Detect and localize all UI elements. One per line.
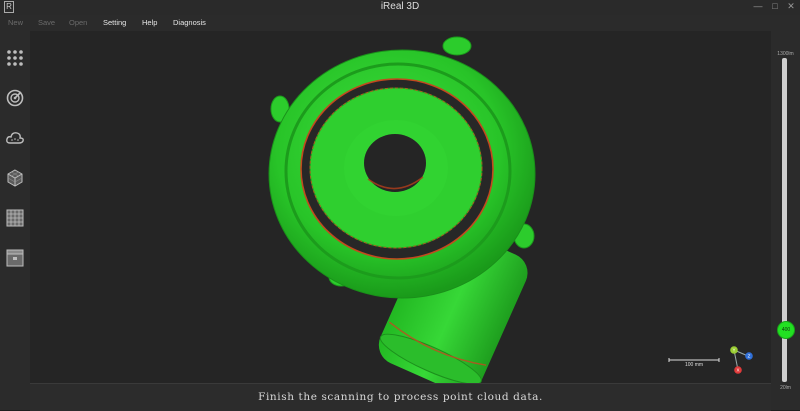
axis-x-label: X (736, 368, 739, 373)
brightness-slider-thumb[interactable]: 400 (777, 321, 795, 340)
right-panel: 1300lm 400 20lm (771, 31, 800, 410)
maximize-icon[interactable]: □ (769, 1, 781, 11)
cloud-icon[interactable] (6, 129, 24, 147)
menu-diagnosis[interactable]: Diagnosis (173, 18, 206, 27)
minimize-icon[interactable]: — (752, 1, 764, 11)
close-icon[interactable]: ✕ (785, 1, 797, 12)
window-title: iReal 3D (380, 1, 420, 12)
mesh-cube-icon[interactable] (6, 169, 24, 187)
3d-viewport[interactable]: 100 mm Y Z X (30, 31, 771, 383)
left-toolbar (0, 31, 30, 410)
grid-icon[interactable] (6, 209, 24, 227)
status-bar: Finish the scanning to process point clo… (30, 383, 771, 411)
menu-new[interactable]: New (8, 18, 23, 27)
slider-min-label: 20lm (780, 385, 791, 391)
menu-save[interactable]: Save (38, 18, 55, 27)
scan-target-icon[interactable] (6, 89, 24, 107)
axis-y-label: Y (732, 348, 735, 353)
slider-max-label: 1300lm (777, 51, 794, 57)
menu-bar: New Save Open Setting Help Diagnosis (0, 15, 800, 31)
export-box-icon[interactable] (6, 249, 24, 267)
dots-grid-icon[interactable] (6, 49, 24, 67)
title-bar: R iReal 3D — □ ✕ (0, 0, 800, 15)
status-message: Finish the scanning to process point clo… (258, 391, 543, 403)
scanned-model (268, 36, 536, 383)
scale-label: 100 mm (684, 362, 704, 368)
menu-setting[interactable]: Setting (103, 18, 126, 27)
axis-gizmo: Y Z X (730, 346, 753, 374)
axis-z-label: Z (748, 354, 751, 359)
menu-open[interactable]: Open (69, 18, 87, 27)
scale-bar: 100 mm (668, 357, 720, 369)
menu-help[interactable]: Help (142, 18, 157, 27)
